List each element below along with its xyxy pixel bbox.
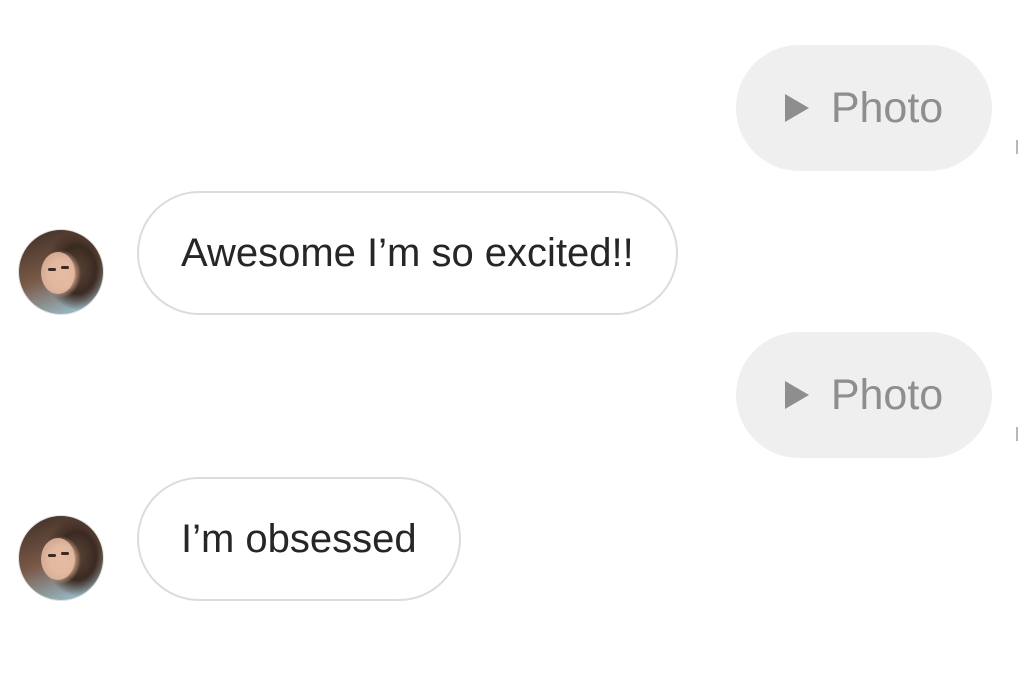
seen-icon — [1016, 140, 1024, 154]
play-icon — [784, 94, 809, 122]
sent-photo-message[interactable]: Photo — [736, 45, 992, 171]
avatar[interactable] — [18, 229, 104, 315]
received-message[interactable]: Awesome I’m so excited!! — [137, 191, 678, 315]
play-icon — [784, 381, 809, 409]
sent-photo-message[interactable]: Photo — [736, 332, 992, 458]
avatar[interactable] — [18, 515, 104, 601]
seen-icon — [1016, 427, 1024, 441]
photo-label: Photo — [830, 83, 944, 132]
photo-label: Photo — [830, 370, 944, 419]
message-text: I’m obsessed — [181, 516, 417, 561]
message-text: Awesome I’m so excited!! — [181, 230, 634, 275]
received-message[interactable]: I’m obsessed — [137, 477, 461, 601]
